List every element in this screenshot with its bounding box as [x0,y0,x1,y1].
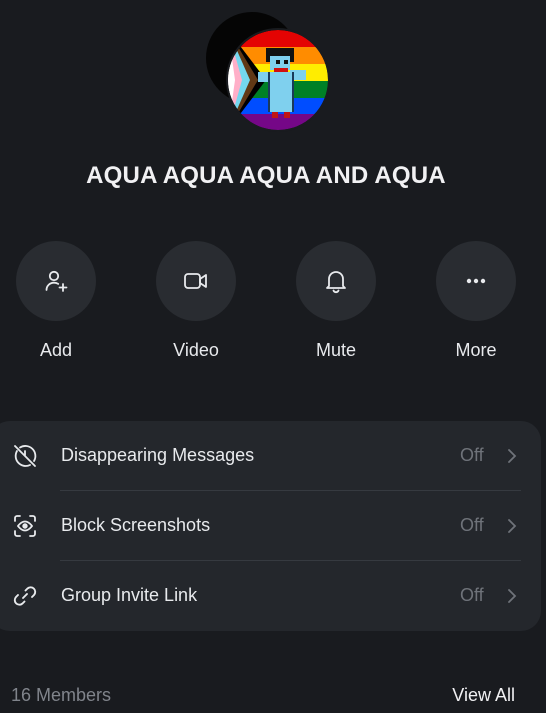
more-button[interactable] [436,241,516,321]
screenshot-eye-icon [14,515,36,537]
video-camera-icon [184,273,207,289]
timer-off-icon [14,445,37,467]
link-icon [13,586,37,606]
block-screenshots-label: Block Screenshots [61,515,211,535]
mute-button[interactable] [296,241,376,321]
members-count: 16 Members [11,685,112,705]
video-label: Video [173,340,219,360]
more-action[interactable]: More [436,241,516,361]
group-avatar-stack[interactable] [206,12,328,132]
group-settings-card: Disappearing Messages Off Block Screensh… [0,421,541,631]
chevron-right-icon [508,519,517,533]
chevron-right-icon [508,589,517,603]
group-invite-link-row[interactable]: Group Invite Link Off [0,561,541,631]
bell-icon [326,271,346,294]
group-invite-link-label: Group Invite Link [61,585,198,605]
ellipsis-icon [466,278,486,284]
add-label: Add [39,340,73,360]
add-button[interactable] [16,241,96,321]
member-avatar-front [228,30,328,130]
disappearing-messages-value: Off [460,445,484,465]
mute-label: Mute [315,340,357,360]
block-screenshots-row[interactable]: Block Screenshots Off [0,491,541,561]
mute-action[interactable]: Mute [296,241,376,361]
add-member-action[interactable]: Add [16,241,96,361]
add-user-icon [45,270,68,292]
chevron-right-icon [508,449,517,463]
block-screenshots-value: Off [460,515,484,535]
video-button[interactable] [156,241,236,321]
video-call-action[interactable]: Video [156,241,236,361]
group-invite-link-value: Off [460,585,484,605]
more-label: More [455,340,497,360]
group-title[interactable]: AQUA AQUA AQUA AND AQUA [0,162,532,190]
disappearing-messages-label: Disappearing Messages [61,445,255,465]
view-all-members-link[interactable]: View All [452,685,515,706]
disappearing-messages-row[interactable]: Disappearing Messages Off [0,421,541,491]
